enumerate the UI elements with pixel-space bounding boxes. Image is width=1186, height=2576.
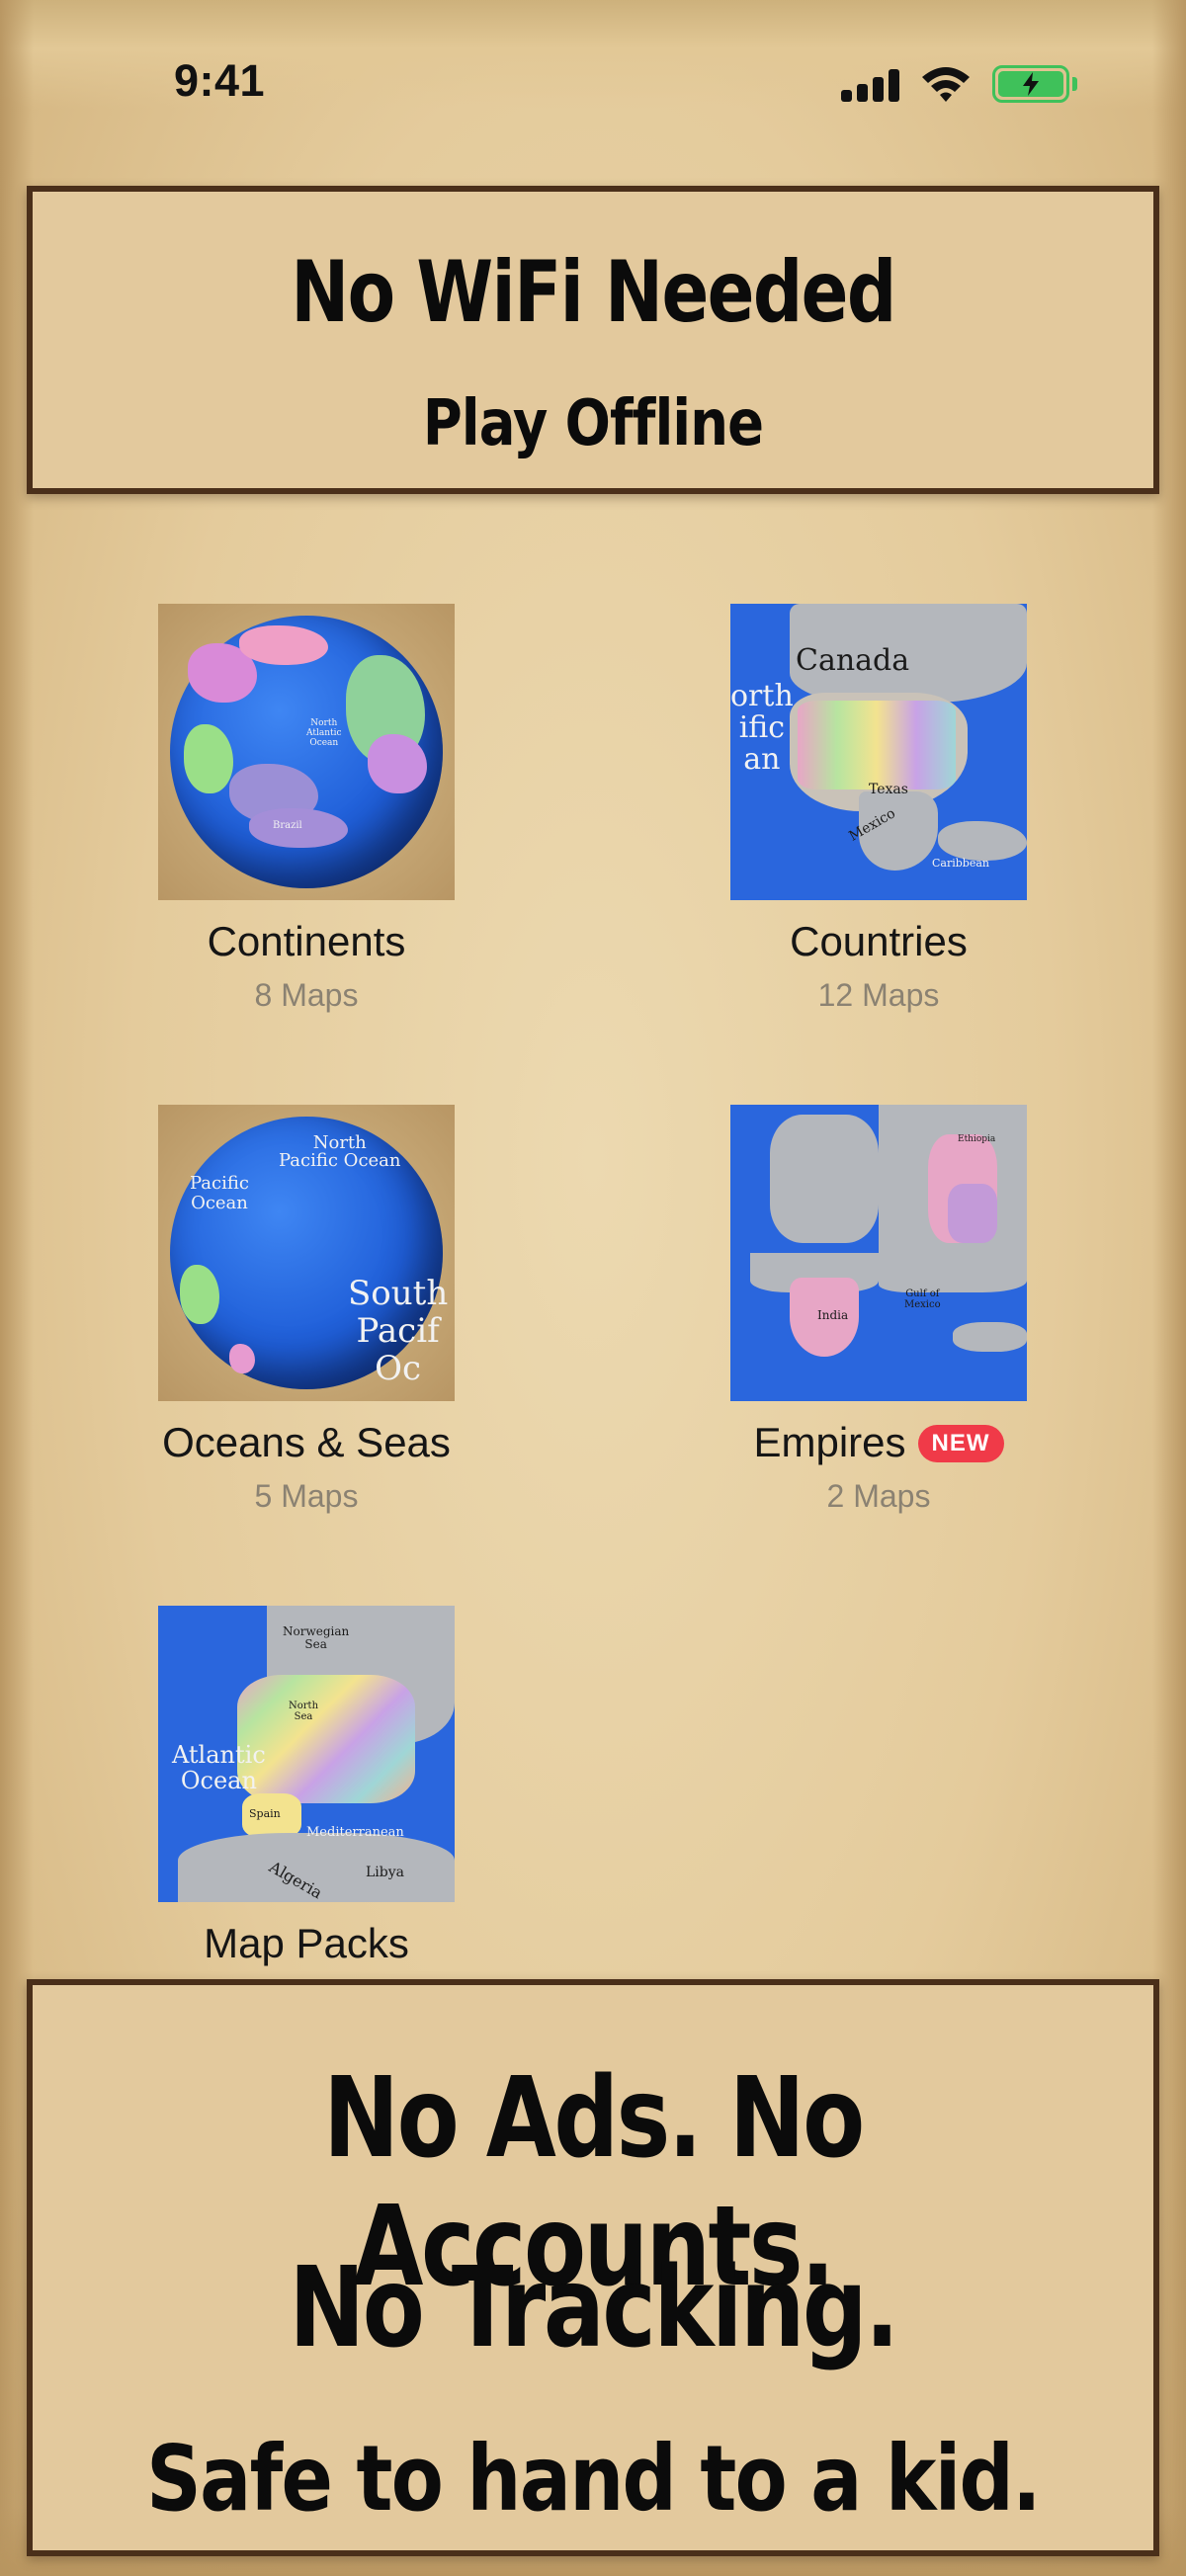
- map-label: North Pacific Ocean: [279, 1132, 401, 1171]
- map-label: Canada: [796, 643, 910, 678]
- map-label: orth ific an: [730, 679, 794, 777]
- map-label: Ethiopia: [958, 1134, 996, 1144]
- map-label: Brazil: [273, 820, 302, 831]
- category-count: 8 Maps: [254, 977, 359, 1013]
- category-count: 5 Maps: [254, 1478, 359, 1514]
- category-label: Oceans & Seas: [162, 1419, 451, 1465]
- category-countries[interactable]: Canada orth ific an Texas Mexico Caribbean…: [730, 604, 1027, 1014]
- battery-nub: [1072, 77, 1077, 91]
- map-label: South Pacif Oc: [348, 1274, 449, 1388]
- category-label: Empires NEW: [730, 1419, 1027, 1466]
- empires-collage-icon: India Gulf of Mexico Ethiopia: [730, 1105, 1027, 1401]
- new-badge: NEW: [917, 1425, 1004, 1462]
- wifi-icon: [922, 67, 970, 102]
- category-label: Countries: [790, 918, 968, 964]
- map-label: Spain: [249, 1807, 281, 1820]
- category-empires[interactable]: India Gulf of Mexico Ethiopia Empires NEW …: [730, 1105, 1027, 1515]
- map-label: Texas: [869, 782, 908, 797]
- map-label: Pacific Ocean: [190, 1173, 249, 1213]
- category-count: 12 Maps: [817, 977, 940, 1013]
- category-map-packs[interactable]: Norwegian Sea North Sea Atlantic Ocean Spai…: [158, 1606, 455, 1967]
- map-label: Norwegian Sea: [283, 1624, 350, 1651]
- map-label: Caribbean: [932, 857, 989, 870]
- map-label: Gulf of Mexico: [904, 1288, 941, 1310]
- map-label: Libya: [366, 1865, 404, 1880]
- category-label: Map Packs: [204, 1920, 409, 1966]
- globe-atlantic-icon: North Atlantic Ocean Brazil: [158, 604, 455, 900]
- map-label: Mediterranean: [306, 1825, 404, 1840]
- category-count: 2 Maps: [826, 1478, 931, 1514]
- status-bar: 9:41: [0, 0, 1186, 109]
- map-label: North Atlantic Ocean: [306, 718, 342, 748]
- map-label: India: [817, 1308, 849, 1322]
- map-label: Atlantic Ocean: [172, 1741, 266, 1794]
- category-continents[interactable]: North Atlantic Ocean Brazil Continents 8 M…: [158, 604, 455, 1014]
- europe-map-icon: Norwegian Sea North Sea Atlantic Ocean Spai…: [158, 1606, 455, 1902]
- privacy-banner-line3: Safe to hand to a kid.: [146, 2426, 1041, 2532]
- category-label: Continents: [207, 918, 406, 964]
- privacy-banner: No Ads. No Accounts. No Tracking. Safe t…: [27, 1979, 1159, 2556]
- status-time: 9:41: [174, 55, 266, 106]
- globe-pacific-icon: North Pacific Ocean Pacific Ocean South Pac…: [158, 1105, 455, 1401]
- category-oceans-seas[interactable]: North Pacific Ocean Pacific Ocean South Pac…: [158, 1105, 455, 1515]
- offline-banner-title: No WiFi Needed: [291, 243, 896, 342]
- signal-icon: [841, 68, 900, 102]
- north-america-map-icon: Canada orth ific an Texas Mexico Caribbean: [730, 604, 1027, 900]
- offline-banner: No WiFi Needed Play Offline: [27, 186, 1159, 494]
- offline-banner-subtitle: Play Offline: [422, 387, 764, 460]
- map-label: North Sea: [289, 1701, 319, 1722]
- privacy-banner-line2: No Tracking.: [289, 2244, 899, 2372]
- battery-charging-icon: [992, 65, 1069, 103]
